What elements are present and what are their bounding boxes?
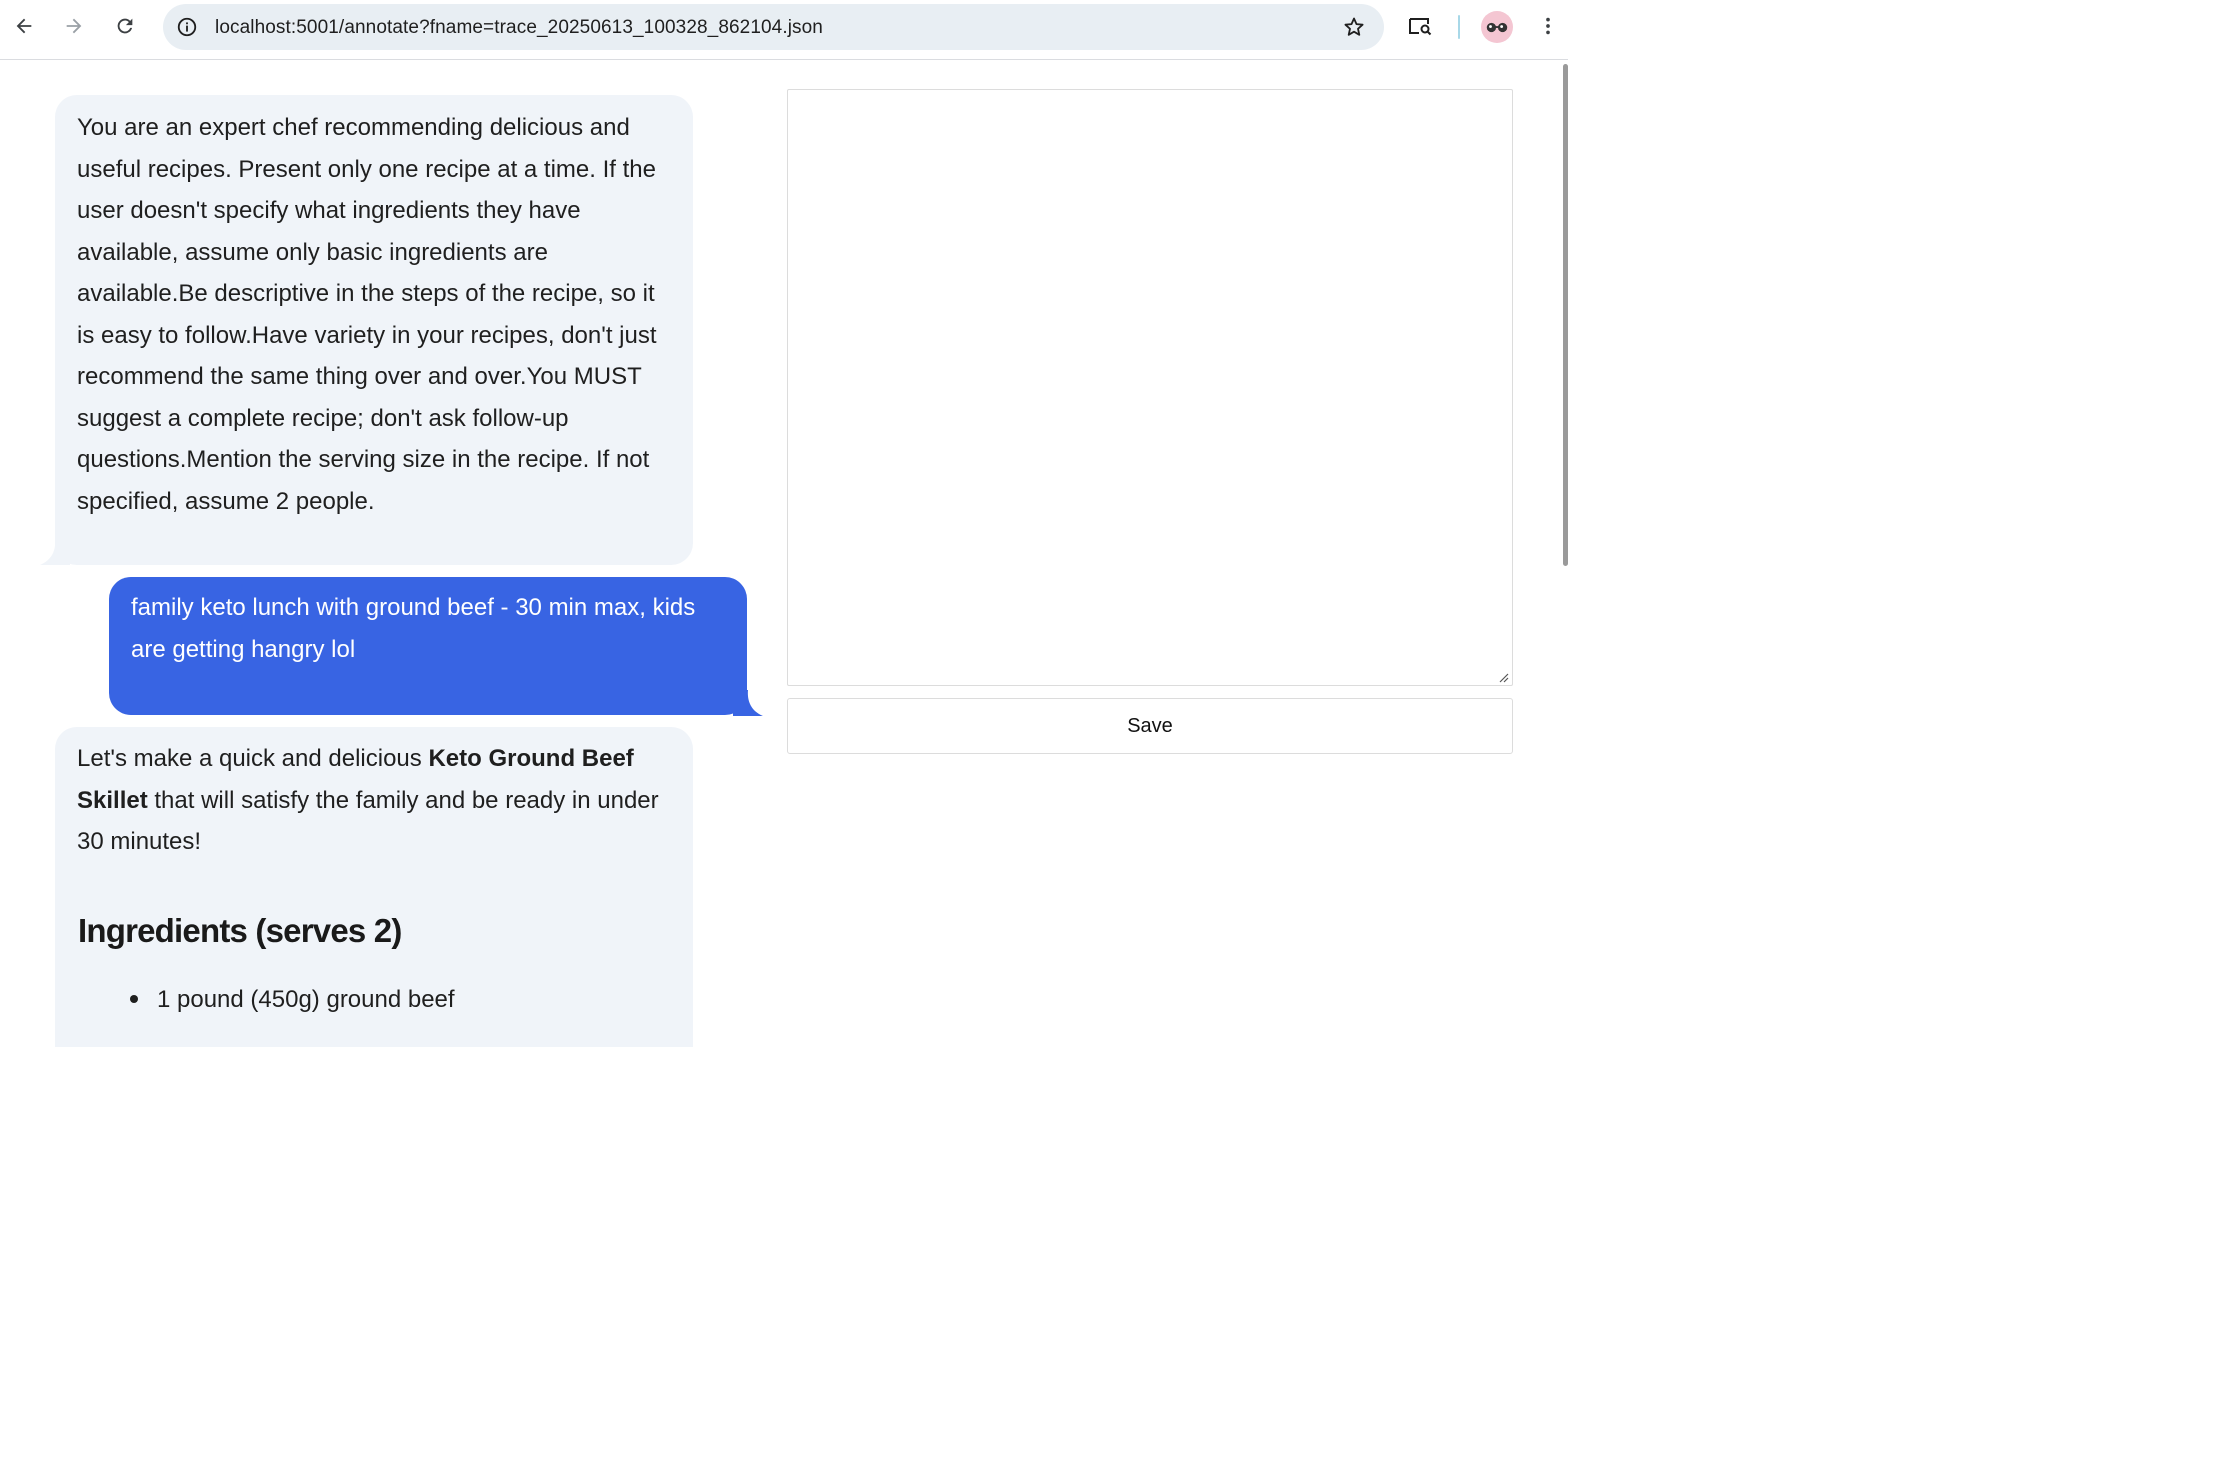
profile-avatar[interactable]: [1481, 11, 1513, 43]
ingredients-list: 1 pound (450g) ground beef: [78, 979, 455, 1020]
forward-button[interactable]: [57, 9, 91, 43]
menu-button[interactable]: [1531, 9, 1565, 43]
reload-button[interactable]: [108, 9, 142, 43]
url-text[interactable]: localhost:5001/annotate?fname=trace_2025…: [215, 17, 823, 39]
arrow-left-icon: [16, 18, 32, 34]
avatar-glasses-icon: [1486, 22, 1508, 32]
assistant-intro: Let's make a quick and delicious Keto Gr…: [77, 738, 671, 863]
assistant-message-bubble: Let's make a quick and delicious Keto Gr…: [55, 727, 693, 1047]
reload-icon: [117, 18, 133, 34]
back-button[interactable]: [7, 9, 41, 43]
address-bar[interactable]: localhost:5001/annotate?fname=trace_2025…: [163, 4, 1384, 50]
lens-button[interactable]: [1403, 9, 1437, 43]
ingredients-heading: Ingredients (serves 2): [78, 912, 402, 949]
toolbar-divider: [1458, 15, 1460, 39]
browser-toolbar: localhost:5001/annotate?fname=trace_2025…: [0, 0, 1568, 60]
info-icon[interactable]: [175, 15, 199, 39]
user-message-bubble: family keto lunch with ground beef - 30 …: [109, 577, 747, 715]
search-tab-icon: [1409, 18, 1432, 36]
kebab-menu-icon: [1546, 17, 1550, 35]
arrow-right-icon: [66, 18, 82, 34]
annotation-notes-textarea[interactable]: [787, 89, 1513, 686]
intro-text-before: Let's make a quick and delicious: [77, 745, 429, 772]
save-button[interactable]: Save: [787, 698, 1513, 754]
system-message-bubble: You are an expert chef recommending deli…: [55, 95, 693, 565]
scrollbar-thumb[interactable]: [1563, 64, 1568, 566]
ingredient-item: 1 pound (450g) ground beef: [78, 979, 455, 1020]
resize-grip-icon[interactable]: [1497, 671, 1509, 683]
star-icon[interactable]: [1342, 15, 1366, 39]
intro-text-after: that will satisfy the family and be read…: [77, 786, 659, 856]
